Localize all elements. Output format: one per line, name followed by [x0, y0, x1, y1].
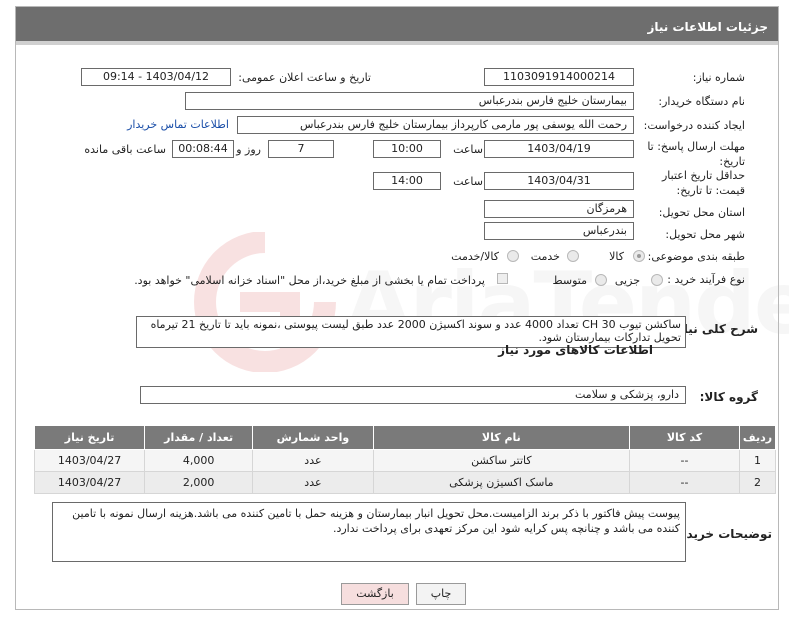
- col-row: ردیف: [739, 425, 776, 450]
- goods-group-label: گروه کالا:: [699, 390, 758, 404]
- days-word: روز و: [236, 143, 261, 156]
- cell-code: --: [628, 471, 741, 494]
- col-date: تاریخ نیاز: [33, 425, 146, 450]
- col-code: کد کالا: [628, 425, 741, 450]
- buyer-notes-field: پیوست پیش فاکتور با ذکر برند الزامیست.مح…: [52, 502, 686, 562]
- requester-field: رحمت الله یوسفی پور مارمی کارپرداز بیمار…: [237, 116, 634, 134]
- cell-row: 1: [739, 449, 776, 472]
- col-qty: تعداد / مقدار: [144, 425, 254, 450]
- category-label: طبقه بندی موضوعی:: [647, 250, 745, 263]
- cell-unit: عدد: [252, 471, 374, 494]
- requester-label: ایجاد کننده درخواست:: [643, 119, 745, 132]
- remaining-time-field: 00:08:44: [172, 140, 234, 158]
- cell-date: 1403/04/27: [33, 449, 146, 472]
- process-radio-medium[interactable]: [595, 274, 607, 286]
- cell-code: --: [628, 449, 741, 472]
- cell-qty: 2,000: [144, 471, 254, 494]
- table-row: 1 -- کاتتر ساکشن عدد 4,000 1403/04/27: [33, 449, 776, 472]
- goods-group-field: دارو، پزشکی و سلامت: [140, 386, 686, 404]
- treasury-checkbox[interactable]: [497, 273, 508, 284]
- category-option-service: خدمت: [530, 250, 560, 263]
- buyer-contact-link[interactable]: اطلاعات تماس خریدار: [127, 118, 229, 131]
- back-button[interactable]: بازگشت: [341, 583, 409, 605]
- city-label: شهر محل تحویل:: [665, 228, 745, 241]
- deadline-date-field: 1403/04/19: [484, 140, 634, 158]
- buyer-org-field: بیمارستان خلیج فارس بندرعباس: [185, 92, 634, 110]
- process-radio-minor[interactable]: [651, 274, 663, 286]
- cell-row: 2: [739, 471, 776, 494]
- validity-time-word: ساعت: [453, 175, 483, 188]
- process-option-medium: متوسط: [552, 274, 587, 287]
- print-button[interactable]: چاپ: [416, 583, 466, 605]
- buyer-org-label: نام دستگاه خریدار:: [658, 95, 745, 108]
- panel-header: جزئیات اطلاعات نیاز: [16, 7, 778, 45]
- validity-date-field: 1403/04/31: [484, 172, 634, 190]
- category-option-goods-service: کالا/خدمت: [451, 250, 499, 263]
- announce-label: تاریخ و ساعت اعلان عمومی:: [238, 71, 371, 84]
- cell-name: ماسک اکسیژن پزشکی: [372, 471, 630, 494]
- category-option-goods: کالا: [609, 250, 624, 263]
- cell-name: کاتتر ساکشن: [372, 449, 630, 472]
- province-label: استان محل تحویل:: [658, 206, 745, 219]
- process-label: نوع فرآیند خرید :: [667, 273, 745, 286]
- treasury-note: پرداخت تمام یا بخشی از مبلغ خرید،از محل …: [134, 274, 485, 287]
- col-name: نام کالا: [372, 425, 630, 450]
- col-unit: واحد شمارش: [252, 425, 374, 450]
- validity-label: حداقل تاریخ اعتبار قیمت: تا تاریخ:: [661, 169, 745, 197]
- validity-time-field: 14:00: [373, 172, 441, 190]
- goods-table: ردیف کد کالا نام کالا واحد شمارش تعداد /…: [33, 425, 776, 494]
- deadline-time-word: ساعت: [453, 143, 483, 156]
- process-option-minor: جزیی: [614, 274, 640, 287]
- table-row: 2 -- ماسک اکسیژن پزشکی عدد 2,000 1403/04…: [33, 471, 776, 494]
- category-radio-goods-service[interactable]: [507, 250, 519, 262]
- remaining-word: ساعت باقی مانده: [84, 143, 166, 156]
- cell-date: 1403/04/27: [33, 471, 146, 494]
- goods-section-title: اطلاعات کالاهای مورد نیاز: [498, 343, 653, 357]
- province-field: هرمزگان: [484, 200, 634, 218]
- goods-table-header: ردیف کد کالا نام کالا واحد شمارش تعداد /…: [33, 425, 776, 450]
- deadline-label: مهلت ارسال پاسخ: تا تاریخ:: [647, 140, 745, 168]
- deadline-time-field: 10:00: [373, 140, 441, 158]
- city-field: بندرعباس: [484, 222, 634, 240]
- category-radio-goods[interactable]: [633, 250, 645, 262]
- days-field: 7: [268, 140, 334, 158]
- announce-field: 1403/04/12 - 09:14: [81, 68, 231, 86]
- cell-qty: 4,000: [144, 449, 254, 472]
- category-radio-service[interactable]: [567, 250, 579, 262]
- need-number-field: 1103091914000214: [484, 68, 634, 86]
- cell-unit: عدد: [252, 449, 374, 472]
- need-number-label: شماره نیاز:: [692, 71, 745, 84]
